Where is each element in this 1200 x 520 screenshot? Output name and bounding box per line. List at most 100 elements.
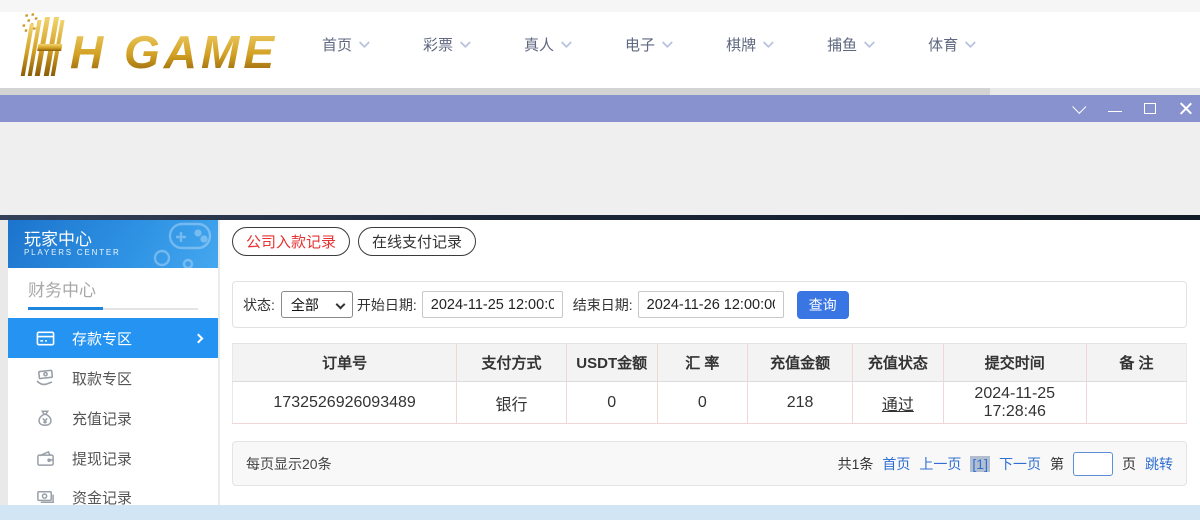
logo-text: H GAME — [70, 26, 278, 78]
end-date-label: 结束日期: — [573, 295, 633, 315]
start-date-input[interactable] — [422, 291, 563, 318]
nav-item-cards[interactable]: 棋牌 — [726, 34, 771, 55]
first-page-link[interactable]: 首页 — [882, 454, 910, 474]
chevron-down-icon — [359, 37, 370, 48]
withdraw-record-icon — [35, 448, 55, 468]
site-header: H GAME 首页 彩票 真人 电子 棋牌 — [0, 0, 1200, 88]
col-recharge-amount: 充值金额 — [748, 344, 853, 382]
window-tab-strip — [0, 88, 1200, 95]
nav-label: 首页 — [322, 34, 352, 55]
nav-item-live[interactable]: 真人 — [524, 34, 569, 55]
window-title-bar — [0, 95, 1200, 122]
chevron-down-icon — [662, 37, 673, 48]
withdraw-hand-icon — [35, 368, 55, 388]
nav-item-home[interactable]: 首页 — [322, 34, 367, 55]
sidebar: 玩家中心 PLAYERS CENTER 财务中心 — [8, 220, 218, 520]
empty-page-area — [0, 122, 1200, 215]
chevron-down-icon[interactable] — [1073, 102, 1087, 116]
nav-item-fishing[interactable]: 捕鱼 — [827, 34, 872, 55]
col-recharge-status: 充值状态 — [853, 344, 944, 382]
minimize-icon[interactable] — [1108, 102, 1122, 116]
tab-online-payment-records[interactable]: 在线支付记录 — [358, 227, 476, 256]
bottom-strip — [0, 505, 1200, 520]
end-date-input[interactable] — [638, 291, 784, 318]
chevron-down-icon — [561, 37, 572, 48]
chevron-down-icon — [864, 37, 875, 48]
chevron-down-icon — [965, 37, 976, 48]
filter-bar: 状态: 全部 开始日期: 结束日期: 查询 — [232, 281, 1187, 328]
status-select-value: 全部 — [291, 295, 319, 315]
nav-item-sports[interactable]: 体育 — [928, 34, 973, 55]
sidebar-item-label: 存款专区 — [72, 328, 132, 349]
cell-exchange-rate: 0 — [657, 382, 748, 424]
col-usdt-amount: USDT金额 — [566, 344, 657, 382]
total-count-label: 共1条 — [838, 454, 874, 474]
start-date-label: 开始日期: — [357, 295, 417, 315]
current-page-indicator[interactable]: [1] — [970, 456, 990, 472]
page-prefix-label: 第 — [1050, 454, 1064, 474]
table-row: 1732526926093489 银行 0 0 218 通过 2024-11-2… — [233, 382, 1187, 424]
per-page-label: 每页显示20条 — [246, 454, 332, 474]
chevron-down-icon — [763, 37, 774, 48]
chevron-down-icon — [335, 300, 345, 310]
col-remark: 备 注 — [1086, 344, 1186, 382]
sidebar-item-label: 充值记录 — [72, 408, 132, 429]
sidebar-section-divider — [28, 308, 198, 310]
cell-usdt-amount: 0 — [566, 382, 657, 424]
col-submit-time: 提交时间 — [943, 344, 1086, 382]
sidebar-item-label: 提现记录 — [72, 448, 132, 469]
funds-note-icon — [35, 487, 55, 507]
page-jump-input[interactable] — [1073, 452, 1113, 476]
gamepad-icon — [148, 220, 214, 268]
main-panel: 公司入款记录 在线支付记录 状态: 全部 开始日期: 结束日期: 查询 — [219, 220, 1200, 520]
chevron-right-icon — [194, 333, 204, 343]
next-page-link[interactable]: 下一页 — [999, 454, 1041, 474]
query-button[interactable]: 查询 — [797, 291, 849, 319]
col-order-number: 订单号 — [233, 344, 457, 382]
status-select[interactable]: 全部 — [281, 291, 353, 318]
sidebar-item-label: 取款专区 — [72, 368, 132, 389]
pagination-bar: 每页显示20条 共1条 首页 上一页 [1] 下一页 第 页 跳转 — [232, 441, 1187, 486]
maximize-icon[interactable] — [1143, 102, 1157, 116]
cell-submit-time: 2024-11-25 17:28:46 — [943, 382, 1086, 424]
status-label: 状态: — [243, 295, 275, 315]
cell-remark — [1086, 382, 1186, 424]
records-table: 订单号 支付方式 USDT金额 汇 率 充值金额 充值状态 提交时间 备 注 1… — [232, 343, 1187, 424]
sidebar-item-withdraw-zone[interactable]: 取款专区 — [8, 358, 218, 398]
sidebar-section-title: 财务中心 — [28, 276, 96, 301]
content-area: 玩家中心 PLAYERS CENTER 财务中心 — [0, 220, 1200, 520]
deposit-card-icon — [35, 328, 55, 348]
screen: H GAME 首页 彩票 真人 电子 棋牌 — [0, 0, 1200, 520]
close-icon[interactable] — [1178, 102, 1192, 116]
col-exchange-rate: 汇 率 — [657, 344, 748, 382]
cell-order-number: 1732526926093489 — [233, 382, 457, 424]
cell-recharge-status[interactable]: 通过 — [882, 397, 914, 414]
nav-label: 体育 — [928, 34, 958, 55]
page-suffix-label: 页 — [1122, 454, 1136, 474]
sidebar-subtitle: PLAYERS CENTER — [24, 248, 121, 257]
sidebar-title: 玩家中心 — [24, 225, 92, 250]
logo[interactable]: H GAME — [8, 12, 298, 80]
record-tabs: 公司入款记录 在线支付记录 — [232, 227, 1200, 257]
nav-item-lottery[interactable]: 彩票 — [423, 34, 468, 55]
tab-company-deposit-records[interactable]: 公司入款记录 — [232, 227, 350, 256]
cell-payment-method: 银行 — [457, 382, 567, 424]
col-payment-method: 支付方式 — [457, 344, 567, 382]
sidebar-item-withdrawal-records[interactable]: 提现记录 — [8, 438, 218, 478]
prev-page-link[interactable]: 上一页 — [919, 454, 961, 474]
main-nav: 首页 彩票 真人 电子 棋牌 捕鱼 — [322, 0, 973, 88]
window-controls — [1073, 95, 1192, 122]
cell-recharge-amount: 218 — [748, 382, 853, 424]
jump-link[interactable]: 跳转 — [1145, 454, 1173, 474]
nav-item-slots[interactable]: 电子 — [625, 34, 670, 55]
nav-label: 真人 — [524, 34, 554, 55]
pagination-controls: 共1条 首页 上一页 [1] 下一页 第 页 跳转 — [838, 452, 1173, 476]
sidebar-item-recharge-records[interactable]: 充值记录 — [8, 398, 218, 438]
nav-label: 彩票 — [423, 34, 453, 55]
nav-label: 电子 — [625, 34, 655, 55]
table-header-row: 订单号 支付方式 USDT金额 汇 率 充值金额 充值状态 提交时间 备 注 — [233, 344, 1187, 382]
nav-label: 捕鱼 — [827, 34, 857, 55]
nav-label: 棋牌 — [726, 34, 756, 55]
sidebar-item-deposit-zone[interactable]: 存款专区 — [8, 318, 218, 358]
logo-mark-icon: H GAME — [8, 12, 298, 80]
